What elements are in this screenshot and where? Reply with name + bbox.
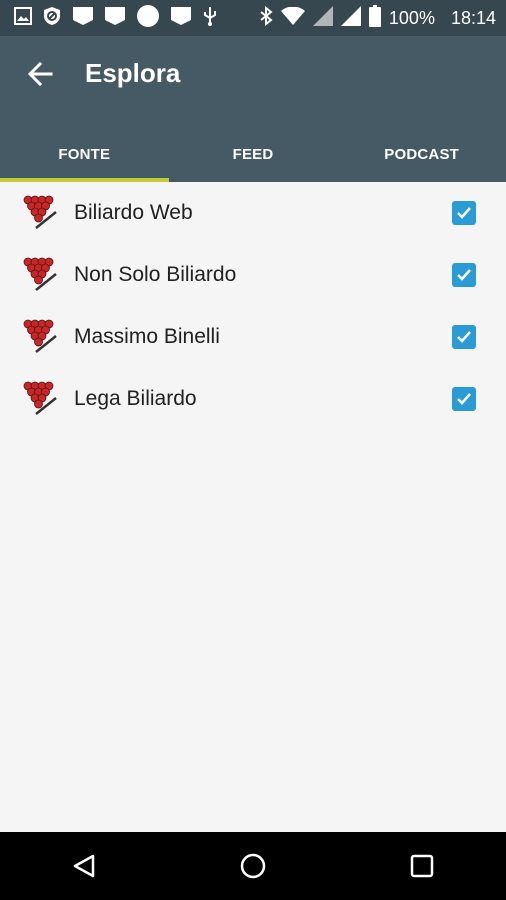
source-label: Biliardo Web bbox=[74, 201, 193, 224]
source-label: Non Solo Biliardo bbox=[74, 263, 237, 286]
status-bar: 100% 18:14 bbox=[0, 0, 506, 36]
signal-icon bbox=[340, 5, 361, 31]
check-icon bbox=[457, 207, 471, 219]
blocked-icon bbox=[42, 6, 62, 31]
notification-icon bbox=[104, 6, 126, 31]
notification-icon bbox=[72, 6, 94, 31]
source-label: Lega Biliardo bbox=[74, 387, 197, 410]
list-item[interactable]: Biliardo Web bbox=[0, 182, 506, 244]
signal-icon bbox=[312, 5, 333, 31]
bluetooth-icon bbox=[259, 5, 273, 31]
image-icon bbox=[14, 6, 32, 30]
back-triangle-icon bbox=[74, 854, 95, 878]
battery-icon bbox=[368, 4, 381, 32]
battery-level: 100% bbox=[388, 7, 435, 28]
nav-back-button[interactable] bbox=[54, 836, 114, 896]
recents-square-icon bbox=[410, 854, 433, 878]
clock: 18:14 bbox=[450, 7, 496, 28]
list-item[interactable]: Lega Biliardo bbox=[0, 368, 506, 430]
check-icon bbox=[457, 393, 471, 405]
source-checkbox[interactable] bbox=[452, 201, 476, 225]
billiard-rack-icon bbox=[22, 256, 60, 294]
billiard-rack-icon bbox=[22, 194, 60, 232]
list-item[interactable]: Massimo Binelli bbox=[0, 306, 506, 368]
source-checkbox[interactable] bbox=[452, 325, 476, 349]
tab-feed[interactable]: FEED bbox=[169, 126, 338, 182]
notification-icon bbox=[170, 6, 192, 31]
check-icon bbox=[457, 269, 471, 281]
nav-home-button[interactable] bbox=[223, 836, 283, 896]
app-bar: Esplora FONTE FEED PODCAST bbox=[0, 36, 506, 182]
tab-podcast[interactable]: PODCAST bbox=[337, 126, 506, 182]
tab-bar: FONTE FEED PODCAST bbox=[0, 126, 506, 182]
circle-icon bbox=[136, 4, 160, 33]
arrow-back-icon bbox=[27, 61, 53, 92]
billiard-rack-icon bbox=[22, 380, 60, 418]
list-item[interactable]: Non Solo Biliardo bbox=[0, 244, 506, 306]
tab-fonte[interactable]: FONTE bbox=[0, 126, 169, 182]
usb-icon bbox=[202, 6, 218, 31]
back-button[interactable] bbox=[20, 56, 60, 96]
page-title: Esplora bbox=[85, 58, 181, 88]
wifi-icon bbox=[280, 6, 305, 30]
billiard-rack-icon bbox=[22, 318, 60, 356]
system-nav-bar bbox=[0, 832, 506, 900]
source-checkbox[interactable] bbox=[452, 387, 476, 411]
home-circle-icon bbox=[240, 853, 266, 879]
source-label: Massimo Binelli bbox=[74, 325, 220, 348]
source-list: Biliardo Web Non Solo Biliardo Massimo B… bbox=[0, 182, 506, 430]
source-checkbox[interactable] bbox=[452, 263, 476, 287]
check-icon bbox=[457, 331, 471, 343]
nav-recents-button[interactable] bbox=[392, 836, 452, 896]
